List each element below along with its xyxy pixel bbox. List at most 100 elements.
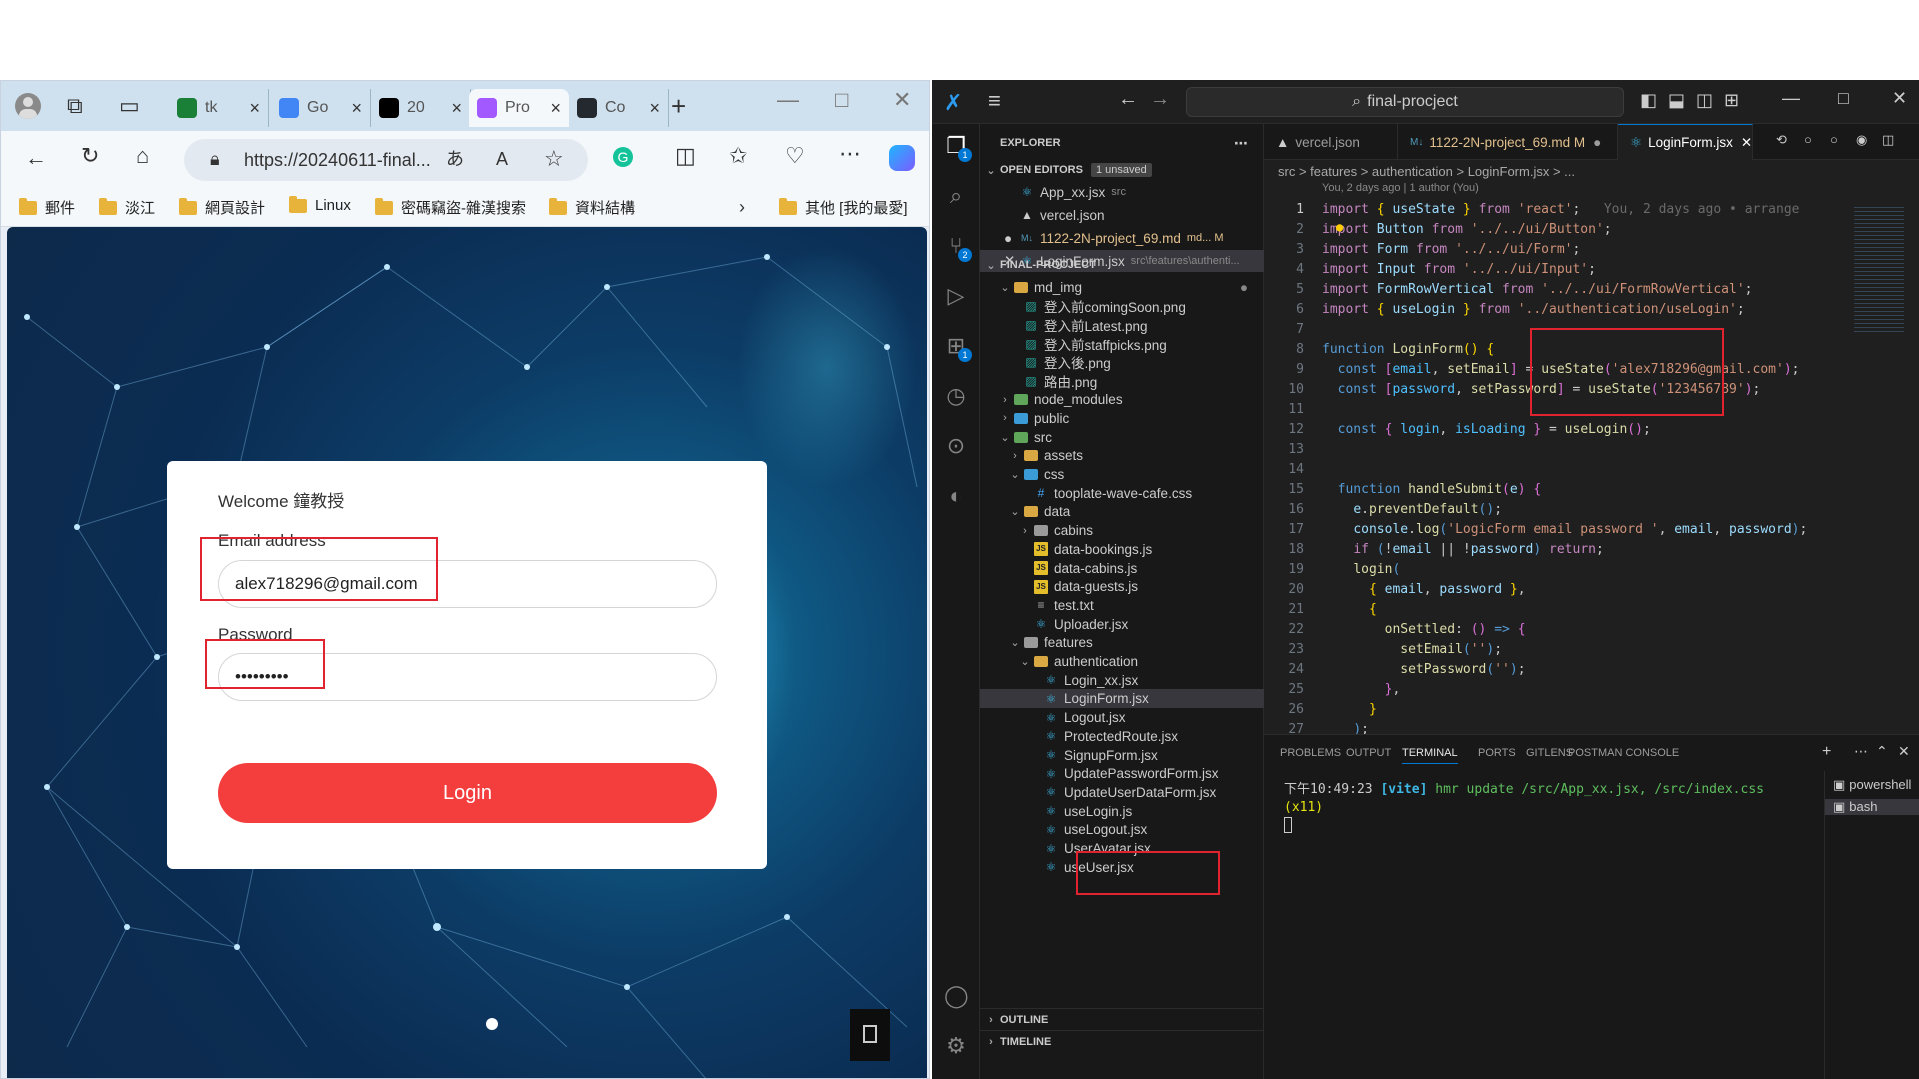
file-tree-item[interactable]: ⚛ useLogout.jsx xyxy=(980,820,1264,839)
file-tree-item[interactable]: ⚛ ProtectedRoute.jsx xyxy=(980,727,1264,746)
open-editor-item[interactable]: ● M↓ 1122-2N-project_69.md md... M xyxy=(980,227,1264,249)
close-tab-icon[interactable]: × xyxy=(451,98,462,119)
read-aloud-icon[interactable]: あ xyxy=(446,150,464,168)
file-tree-item[interactable]: ⌄ css xyxy=(980,465,1264,484)
next-change-icon[interactable]: ○ xyxy=(1830,132,1838,147)
login-button[interactable]: Login xyxy=(218,763,717,823)
file-tree-item[interactable]: ≡ test.txt xyxy=(980,596,1264,615)
file-tree-item[interactable]: ⚛ Logout.jsx xyxy=(980,708,1264,727)
close-tab-icon[interactable]: × xyxy=(550,98,561,119)
close-panel-icon[interactable]: ✕ xyxy=(1898,743,1910,760)
more-actions-icon[interactable]: ⋯ xyxy=(1234,135,1248,152)
manage-gear-icon[interactable]: ⚙ xyxy=(944,1034,968,1058)
file-tree-item[interactable]: ⌄ authentication xyxy=(980,652,1264,671)
bookmarks-overflow-icon[interactable]: › xyxy=(739,198,745,216)
gitlens-toggle-icon[interactable]: ◉ xyxy=(1856,132,1867,148)
copilot-icon[interactable] xyxy=(889,145,915,171)
panel-tab[interactable]: TERMINAL xyxy=(1402,747,1458,764)
browser-tab[interactable]: Pro × xyxy=(469,89,569,127)
panel-tab[interactable]: POSTMAN CONSOLE xyxy=(1568,747,1679,759)
floating-widget[interactable] xyxy=(850,1009,890,1061)
toggle-panel-icon[interactable]: ⬓ xyxy=(1668,90,1685,111)
file-tree-item[interactable]: ▨ 登入後.png xyxy=(980,353,1264,372)
file-tree-item[interactable]: ⌄ features xyxy=(980,633,1264,652)
refresh-icon[interactable]: ↻ xyxy=(81,145,99,167)
workspaces-icon[interactable]: ⧉ xyxy=(67,95,83,117)
browser-tab[interactable]: tk × xyxy=(169,89,269,127)
panel-tab[interactable]: OUTPUT xyxy=(1346,747,1391,759)
grammarly-icon[interactable]: G xyxy=(613,147,633,167)
file-tree-item[interactable]: ▨ 登入前staffpicks.png xyxy=(980,334,1264,353)
previous-change-icon[interactable]: ○ xyxy=(1804,132,1812,147)
close-tab-icon[interactable]: × xyxy=(249,98,260,119)
breadcrumb[interactable]: src > features > authentication > LoginF… xyxy=(1278,164,1575,179)
nav-back-icon[interactable]: ← xyxy=(1118,88,1138,111)
home-icon[interactable]: ⌂ xyxy=(136,145,149,167)
terminal-powershell[interactable]: ▣ powershell xyxy=(1833,777,1911,793)
nav-forward-icon[interactable]: → xyxy=(1150,88,1170,111)
file-tree-item[interactable]: JS data-bookings.js xyxy=(980,540,1264,559)
profile-avatar[interactable] xyxy=(15,93,41,119)
file-tree-item[interactable]: ⌄ src xyxy=(980,428,1264,447)
close-window-icon[interactable]: ✕ xyxy=(893,89,911,111)
minimap[interactable] xyxy=(1854,204,1904,334)
run-debug-icon[interactable]: ▷ xyxy=(944,284,968,308)
favorite-star-icon[interactable]: ☆ xyxy=(544,148,564,170)
file-tree-item[interactable]: ⚛ UpdateUserDataForm.jsx xyxy=(980,783,1264,802)
open-changes-icon[interactable]: ⟲ xyxy=(1776,132,1787,148)
address-bar[interactable]: 🔒︎ https://20240611-final... あ A ☆ xyxy=(184,139,588,181)
toggle-sidebar-icon[interactable]: ◧ xyxy=(1640,90,1657,111)
panel-tab[interactable]: GITLENS xyxy=(1526,747,1573,759)
open-editors-header[interactable]: ⌄ OPEN EDITORS 1 unsaved xyxy=(980,159,1264,181)
remote-explorer-icon[interactable]: ⊙ xyxy=(944,434,968,458)
file-tree-item[interactable]: ▨ 登入前Latest.png xyxy=(980,315,1264,334)
file-tree-item[interactable]: ▨ 路由.png xyxy=(980,372,1264,391)
immersive-reader-icon[interactable]: A xyxy=(496,150,508,168)
terminal-bash[interactable]: ▣ bash xyxy=(1825,799,1919,815)
split-editor-icon[interactable]: ◫ xyxy=(1882,132,1894,148)
postman-icon[interactable]: ◐ xyxy=(944,484,968,508)
maximize-icon[interactable]: □ xyxy=(1838,88,1849,109)
bookmark-item[interactable]: 密碼竊盜-雜漢搜索 xyxy=(375,197,526,218)
bookmark-item[interactable]: 郵件 xyxy=(19,197,75,218)
lightbulb-icon[interactable]: ● xyxy=(1336,220,1343,234)
customize-layout-icon[interactable]: ⊞ xyxy=(1724,90,1739,111)
file-tree-item[interactable]: › node_modules xyxy=(980,390,1264,409)
minimize-icon[interactable]: — xyxy=(1782,88,1800,109)
minimize-icon[interactable]: — xyxy=(777,89,799,111)
split-screen-icon[interactable]: ◫ xyxy=(675,145,696,167)
bookmark-item[interactable]: Linux xyxy=(289,195,351,214)
tab-project-md[interactable]: M↓ 1122-2N-project_69.md M ● xyxy=(1398,124,1618,160)
new-tab-icon[interactable]: + xyxy=(671,93,686,119)
file-tree-item[interactable]: ⚛ Uploader.jsx xyxy=(980,615,1264,634)
tab-loginform[interactable]: ⚛ LoginForm.jsx ✕ xyxy=(1618,124,1753,160)
open-editor-item[interactable]: ▲ vercel.json xyxy=(980,204,1264,226)
file-tree-item[interactable]: JS data-guests.js xyxy=(980,577,1264,596)
back-icon[interactable]: ← xyxy=(25,147,47,169)
tab-vercel-json[interactable]: ▲ vercel.json xyxy=(1264,124,1398,160)
panel-tab[interactable]: PORTS xyxy=(1478,747,1516,759)
toggle-secondary-sidebar-icon[interactable]: ◫ xyxy=(1696,90,1713,111)
bookmark-item[interactable]: 網頁設計 xyxy=(179,197,265,218)
file-tree-item[interactable]: › public xyxy=(980,409,1264,428)
command-center[interactable]: ⌕ final-procject xyxy=(1186,87,1624,117)
browser-tab[interactable]: Go × xyxy=(271,89,371,127)
maximize-icon[interactable]: □ xyxy=(835,89,848,111)
extensions-icon[interactable]: ⊞ 1 xyxy=(944,334,972,362)
bookmark-item[interactable]: 淡江 xyxy=(99,197,155,218)
file-tree-item[interactable]: # tooplate-wave-cafe.css xyxy=(980,484,1264,503)
menu-icon[interactable]: ≡ xyxy=(988,88,1001,114)
browser-tab[interactable]: 20 × xyxy=(371,89,471,127)
source-control-icon[interactable]: ⑂ 2 xyxy=(944,234,972,262)
vertical-tabs-icon[interactable]: ▭ xyxy=(119,95,140,117)
file-tree-item[interactable]: ⚛ LoginForm.jsx xyxy=(980,689,1264,709)
file-tree-item[interactable]: ▨ 登入前comingSoon.png xyxy=(980,297,1264,316)
gitlens-icon[interactable]: ◷ xyxy=(944,384,968,408)
explorer-icon[interactable]: ❐ 1 xyxy=(944,134,972,162)
project-header[interactable]: ⌄ FINAL-PROCJECT xyxy=(980,254,1264,276)
browser-tab[interactable]: Co × xyxy=(569,89,669,127)
open-editor-item[interactable]: ⚛ App_xx.jsx src xyxy=(980,181,1264,203)
close-tab-icon[interactable]: × xyxy=(351,98,362,119)
panel-tab[interactable]: PROBLEMS xyxy=(1280,747,1341,759)
bookmark-other[interactable]: 其他 [我的最愛] xyxy=(779,197,908,218)
